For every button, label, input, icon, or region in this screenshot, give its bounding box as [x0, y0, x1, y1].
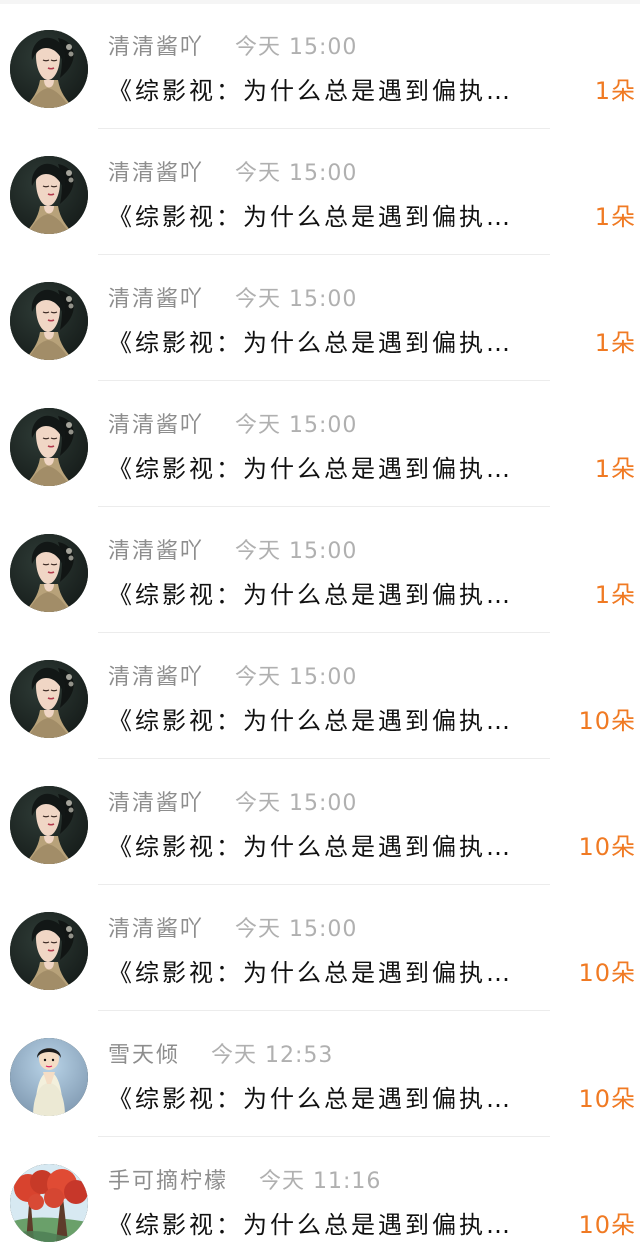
red-flowers-avatar: [10, 1164, 88, 1242]
message-list: 清清酱吖 今天 15:00 《综影视：为什么总是遇到偏执… 1朵 清清酱吖 今天…: [0, 0, 640, 1258]
message-content[interactable]: 《综影视：为什么总是遇到偏执…: [108, 1081, 583, 1117]
flower-count: 1朵: [594, 203, 636, 231]
avatar[interactable]: [10, 786, 88, 864]
avatar[interactable]: [10, 30, 88, 108]
username[interactable]: 清清酱吖: [108, 35, 204, 60]
message-content[interactable]: 《综影视：为什么总是遇到偏执…: [108, 1207, 583, 1243]
woman-portrait-avatar: [10, 156, 88, 234]
message-meta: 清清酱吖 今天 15:00: [108, 789, 357, 819]
timestamp: 今天 15:00: [235, 917, 358, 942]
flower-count: 10朵: [578, 959, 636, 987]
message-content[interactable]: 《综影视：为什么总是遇到偏执…: [108, 955, 583, 991]
woman-portrait-avatar: [10, 912, 88, 990]
flower-count: 10朵: [578, 1085, 636, 1113]
username[interactable]: 清清酱吖: [108, 665, 204, 690]
message-meta: 手可摘柠檬 今天 11:16: [108, 1167, 381, 1197]
woman-portrait-avatar: [10, 30, 88, 108]
message-content[interactable]: 《综影视：为什么总是遇到偏执…: [108, 451, 583, 487]
timestamp: 今天 15:00: [235, 287, 358, 312]
list-item[interactable]: 清清酱吖 今天 15:00 《综影视：为什么总是遇到偏执… 1朵: [0, 378, 640, 507]
flower-count: 10朵: [578, 833, 636, 861]
username[interactable]: 清清酱吖: [108, 413, 204, 438]
list-item[interactable]: 手可摘柠檬 今天 11:16 《综影视：为什么总是遇到偏执… 10朵: [0, 1134, 640, 1260]
username[interactable]: 清清酱吖: [108, 161, 204, 186]
message-content[interactable]: 《综影视：为什么总是遇到偏执…: [108, 325, 583, 361]
flower-count: 10朵: [578, 707, 636, 735]
avatar[interactable]: [10, 156, 88, 234]
message-content[interactable]: 《综影视：为什么总是遇到偏执…: [108, 577, 583, 613]
message-meta: 清清酱吖 今天 15:00: [108, 537, 357, 567]
flower-count: 1朵: [594, 329, 636, 357]
list-item[interactable]: 清清酱吖 今天 15:00 《综影视：为什么总是遇到偏执… 1朵: [0, 504, 640, 633]
timestamp: 今天 15:00: [235, 791, 358, 816]
message-content[interactable]: 《综影视：为什么总是遇到偏执…: [108, 73, 583, 109]
username[interactable]: 清清酱吖: [108, 917, 204, 942]
list-item[interactable]: 清清酱吖 今天 15:00 《综影视：为什么总是遇到偏执… 1朵: [0, 126, 640, 255]
timestamp: 今天 15:00: [235, 539, 358, 564]
timestamp: 今天 15:00: [235, 35, 358, 60]
list-item[interactable]: 雪天倾 今天 12:53 《综影视：为什么总是遇到偏执… 10朵: [0, 1008, 640, 1137]
avatar[interactable]: [10, 408, 88, 486]
avatar[interactable]: [10, 534, 88, 612]
flower-count: 1朵: [594, 455, 636, 483]
list-item[interactable]: 清清酱吖 今天 15:00 《综影视：为什么总是遇到偏执… 10朵: [0, 882, 640, 1011]
message-meta: 清清酱吖 今天 15:00: [108, 663, 357, 693]
message-meta: 雪天倾 今天 12:53: [108, 1041, 333, 1071]
woman-portrait-avatar: [10, 786, 88, 864]
message-meta: 清清酱吖 今天 15:00: [108, 33, 357, 63]
woman-portrait-avatar: [10, 408, 88, 486]
timestamp: 今天 15:00: [235, 665, 358, 690]
avatar[interactable]: [10, 282, 88, 360]
username[interactable]: 清清酱吖: [108, 791, 204, 816]
woman-portrait-avatar: [10, 660, 88, 738]
username[interactable]: 清清酱吖: [108, 539, 204, 564]
avatar[interactable]: [10, 912, 88, 990]
timestamp: 今天 15:00: [235, 161, 358, 186]
avatar[interactable]: [10, 660, 88, 738]
message-meta: 清清酱吖 今天 15:00: [108, 285, 357, 315]
username[interactable]: 手可摘柠檬: [108, 1169, 228, 1194]
avatar[interactable]: [10, 1038, 88, 1116]
flower-count: 1朵: [594, 581, 636, 609]
message-meta: 清清酱吖 今天 15:00: [108, 159, 357, 189]
message-content[interactable]: 《综影视：为什么总是遇到偏执…: [108, 829, 583, 865]
message-meta: 清清酱吖 今天 15:00: [108, 915, 357, 945]
message-meta: 清清酱吖 今天 15:00: [108, 411, 357, 441]
list-item[interactable]: 清清酱吖 今天 15:00 《综影视：为什么总是遇到偏执… 10朵: [0, 630, 640, 759]
timestamp: 今天 12:53: [211, 1043, 334, 1068]
list-item[interactable]: 清清酱吖 今天 15:00 《综影视：为什么总是遇到偏执… 10朵: [0, 756, 640, 885]
list-item[interactable]: 清清酱吖 今天 15:00 《综影视：为什么总是遇到偏执… 1朵: [0, 252, 640, 381]
timestamp: 今天 11:16: [259, 1169, 382, 1194]
flower-count: 1朵: [594, 77, 636, 105]
message-content[interactable]: 《综影视：为什么总是遇到偏执…: [108, 703, 583, 739]
message-content[interactable]: 《综影视：为什么总是遇到偏执…: [108, 199, 583, 235]
avatar[interactable]: [10, 1164, 88, 1242]
white-dress-avatar: [10, 1038, 88, 1116]
username[interactable]: 雪天倾: [108, 1043, 180, 1068]
list-item[interactable]: 清清酱吖 今天 15:00 《综影视：为什么总是遇到偏执… 1朵: [0, 0, 640, 129]
woman-portrait-avatar: [10, 534, 88, 612]
username[interactable]: 清清酱吖: [108, 287, 204, 312]
woman-portrait-avatar: [10, 282, 88, 360]
timestamp: 今天 15:00: [235, 413, 358, 438]
flower-count: 10朵: [578, 1211, 636, 1239]
